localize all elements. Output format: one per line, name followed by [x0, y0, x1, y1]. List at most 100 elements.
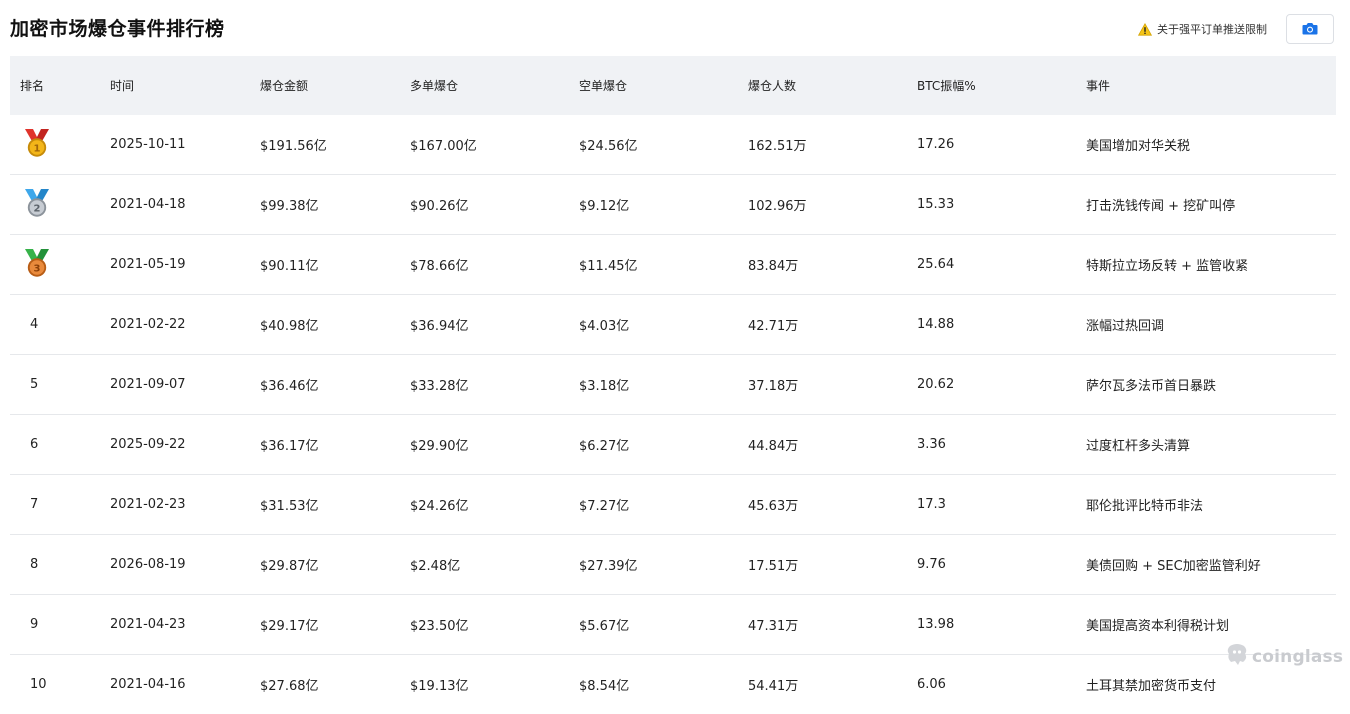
- cell-event: 打击洗钱传闻 + 挖矿叫停: [1076, 175, 1336, 235]
- cell-short-liquidation: $7.27亿: [569, 475, 738, 535]
- col-header-amplitude[interactable]: BTC振幅%: [907, 56, 1076, 115]
- cell-total-liquidation: $29.87亿: [250, 535, 400, 595]
- cell-rank-text: 10: [20, 677, 47, 692]
- coinglass-logo-icon: [1226, 642, 1248, 671]
- cell-total-liquidation: $29.17亿: [250, 595, 400, 655]
- table-row[interactable]: 42021-02-22$40.98亿$36.94亿$4.03亿42.71万14.…: [10, 295, 1336, 355]
- cell-short-liquidation-text: $4.03亿: [579, 319, 629, 334]
- cell-btc-amplitude-text: 15.33: [917, 197, 954, 212]
- table-row[interactable]: 52021-09-07$36.46亿$33.28亿$3.18亿37.18万20.…: [10, 355, 1336, 415]
- cell-date-text: 2021-02-22: [110, 317, 186, 332]
- cell-btc-amplitude: 13.98: [907, 595, 1076, 655]
- cell-liquidated-people-text: 47.31万: [748, 619, 798, 634]
- cell-btc-amplitude-text: 13.98: [917, 617, 954, 632]
- cell-btc-amplitude: 17.3: [907, 475, 1076, 535]
- cell-date: 2021-02-22: [100, 295, 250, 355]
- cell-btc-amplitude-text: 6.06: [917, 677, 946, 692]
- cell-short-liquidation-text: $7.27亿: [579, 499, 629, 514]
- cell-long-liquidation-text: $36.94亿: [410, 319, 469, 334]
- cell-btc-amplitude: 3.36: [907, 415, 1076, 475]
- col-header-rank[interactable]: 排名: [10, 56, 100, 115]
- liquidation-ranking-table: 排名 时间 爆仓金额 多单爆仓 空单爆仓 爆仓人数 BTC振幅% 事件 1 202…: [10, 56, 1336, 714]
- push-limit-notice-link[interactable]: 关于强平订单推送限制: [1138, 21, 1267, 37]
- cell-total-liquidation: $31.53亿: [250, 475, 400, 535]
- cell-rank: 4: [10, 295, 100, 355]
- cell-short-liquidation: $8.54亿: [569, 655, 738, 714]
- table-row[interactable]: 72021-02-23$31.53亿$24.26亿$7.27亿45.63万17.…: [10, 475, 1336, 535]
- col-header-event[interactable]: 事件: [1076, 56, 1336, 115]
- cell-liquidated-people: 17.51万: [738, 535, 907, 595]
- cell-liquidated-people-text: 17.51万: [748, 559, 798, 574]
- cell-rank-text: 5: [20, 377, 38, 392]
- col-header-total[interactable]: 爆仓金额: [250, 56, 400, 115]
- cell-short-liquidation-text: $5.67亿: [579, 619, 629, 634]
- cell-date-text: 2025-10-11: [110, 137, 186, 152]
- cell-rank: 8: [10, 535, 100, 595]
- cell-short-liquidation-text: $6.27亿: [579, 439, 629, 454]
- cell-liquidated-people: 42.71万: [738, 295, 907, 355]
- cell-btc-amplitude-text: 14.88: [917, 317, 954, 332]
- cell-liquidated-people-text: 37.18万: [748, 379, 798, 394]
- cell-short-liquidation: $5.67亿: [569, 595, 738, 655]
- cell-btc-amplitude-text: 25.64: [917, 257, 954, 272]
- cell-short-liquidation-text: $3.18亿: [579, 379, 629, 394]
- col-header-long[interactable]: 多单爆仓: [400, 56, 569, 115]
- cell-total-liquidation-text: $99.38亿: [260, 199, 319, 214]
- col-header-short[interactable]: 空单爆仓: [569, 56, 738, 115]
- cell-date-text: 2021-04-16: [110, 677, 186, 692]
- cell-total-liquidation: $36.46亿: [250, 355, 400, 415]
- cell-long-liquidation-text: $24.26亿: [410, 499, 469, 514]
- medal-rank-number: 2: [34, 203, 41, 214]
- cell-liquidated-people-text: 162.51万: [748, 139, 807, 154]
- cell-long-liquidation: $23.50亿: [400, 595, 569, 655]
- cell-total-liquidation-text: $191.56亿: [260, 139, 327, 154]
- screenshot-button[interactable]: [1286, 14, 1334, 44]
- cell-btc-amplitude: 15.33: [907, 175, 1076, 235]
- cell-liquidated-people: 37.18万: [738, 355, 907, 415]
- cell-event: 特斯拉立场反转 + 监管收紧: [1076, 235, 1336, 295]
- cell-liquidated-people-text: 83.84万: [748, 259, 798, 274]
- cell-short-liquidation: $3.18亿: [569, 355, 738, 415]
- cell-rank-text: 4: [20, 317, 38, 332]
- cell-total-liquidation-text: $31.53亿: [260, 499, 319, 514]
- cell-date-text: 2021-04-18: [110, 197, 186, 212]
- cell-long-liquidation-text: $29.90亿: [410, 439, 469, 454]
- camera-icon: [1302, 20, 1318, 39]
- cell-rank: 7: [10, 475, 100, 535]
- table-row[interactable]: 92021-04-23$29.17亿$23.50亿$5.67亿47.31万13.…: [10, 595, 1336, 655]
- cell-long-liquidation-text: $33.28亿: [410, 379, 469, 394]
- cell-long-liquidation: $90.26亿: [400, 175, 569, 235]
- cell-liquidated-people: 47.31万: [738, 595, 907, 655]
- table-row[interactable]: 102021-04-16$27.68亿$19.13亿$8.54亿54.41万6.…: [10, 655, 1336, 714]
- cell-date: 2026-08-19: [100, 535, 250, 595]
- cell-event-text: 特斯拉立场反转 + 监管收紧: [1086, 259, 1248, 274]
- cell-total-liquidation-text: $29.87亿: [260, 559, 319, 574]
- cell-total-liquidation-text: $36.17亿: [260, 439, 319, 454]
- col-header-people[interactable]: 爆仓人数: [738, 56, 907, 115]
- cell-rank: 10: [10, 655, 100, 714]
- cell-event-text: 萨尔瓦多法币首日暴跌: [1086, 379, 1216, 394]
- cell-long-liquidation-text: $23.50亿: [410, 619, 469, 634]
- cell-total-liquidation-text: $29.17亿: [260, 619, 319, 634]
- table-row[interactable]: 82026-08-19$29.87亿$2.48亿$27.39亿17.51万9.7…: [10, 535, 1336, 595]
- table-row[interactable]: 12025-10-11$191.56亿$167.00亿$24.56亿162.51…: [10, 115, 1336, 175]
- cell-short-liquidation: $9.12亿: [569, 175, 738, 235]
- warning-icon: [1138, 23, 1152, 36]
- cell-liquidated-people: 44.84万: [738, 415, 907, 475]
- cell-date: 2025-09-22: [100, 415, 250, 475]
- cell-total-liquidation-text: $90.11亿: [260, 259, 319, 274]
- table-row[interactable]: 62025-09-22$36.17亿$29.90亿$6.27亿44.84万3.3…: [10, 415, 1336, 475]
- page-title: 加密市场爆仓事件排行榜: [10, 14, 225, 41]
- cell-rank: 1: [10, 115, 100, 175]
- cell-event-text: 土耳其禁加密货币支付: [1086, 679, 1216, 694]
- cell-date-text: 2021-05-19: [110, 257, 186, 272]
- table-header-row: 排名 时间 爆仓金额 多单爆仓 空单爆仓 爆仓人数 BTC振幅% 事件: [10, 56, 1336, 115]
- cell-btc-amplitude: 6.06: [907, 655, 1076, 714]
- cell-rank-text: 7: [20, 497, 38, 512]
- table-row[interactable]: 22021-04-18$99.38亿$90.26亿$9.12亿102.96万15…: [10, 175, 1336, 235]
- cell-long-liquidation-text: $78.66亿: [410, 259, 469, 274]
- cell-date: 2021-04-16: [100, 655, 250, 714]
- col-header-date[interactable]: 时间: [100, 56, 250, 115]
- cell-short-liquidation: $11.45亿: [569, 235, 738, 295]
- table-row[interactable]: 32021-05-19$90.11亿$78.66亿$11.45亿83.84万25…: [10, 235, 1336, 295]
